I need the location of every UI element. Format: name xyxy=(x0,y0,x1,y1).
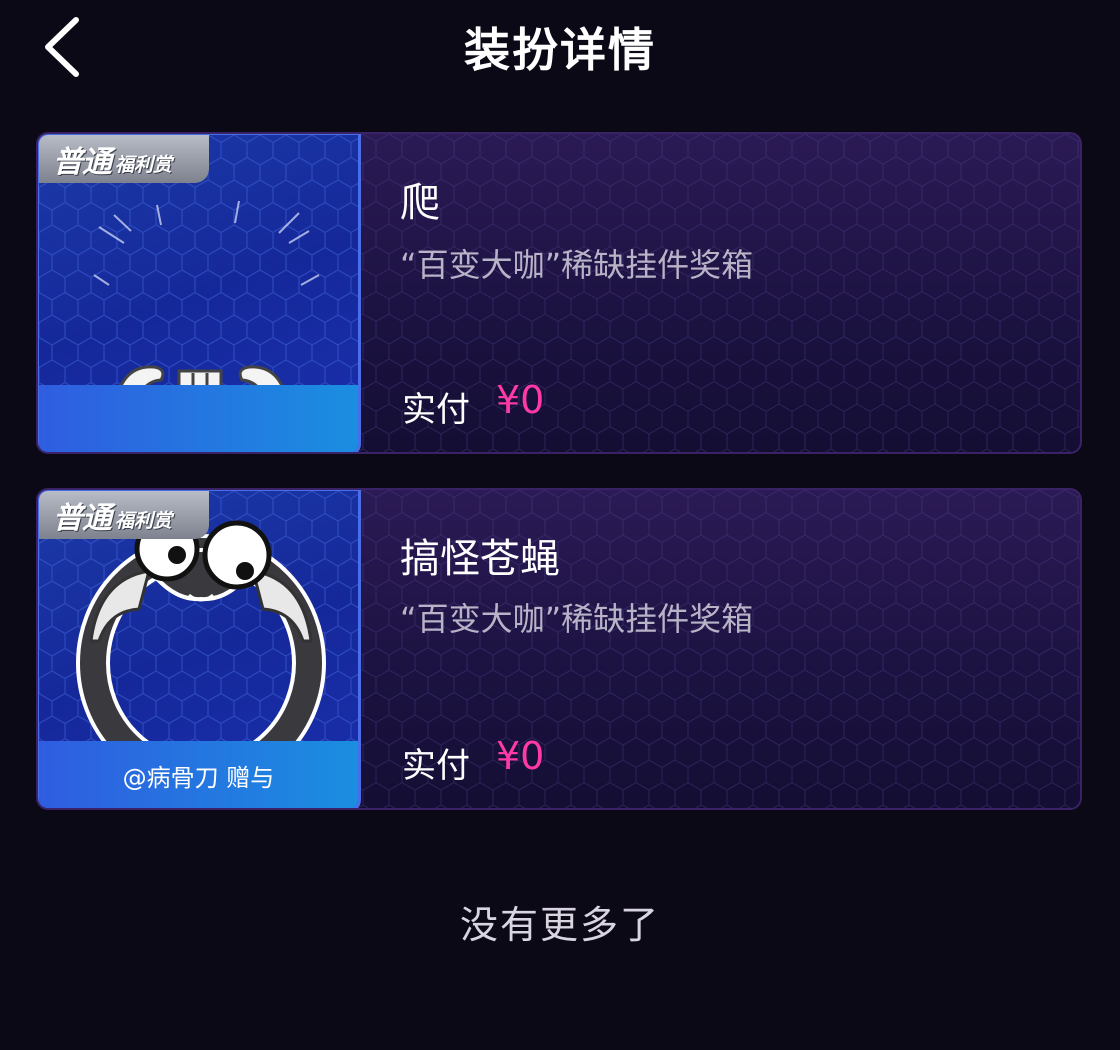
badge-sub-label: 福利赏 xyxy=(115,153,173,176)
thumb-footer-bar xyxy=(39,385,358,452)
item-thumbnail[interactable]: 普通 福利赏 xyxy=(38,134,361,452)
rarity-badge: 普通 福利赏 xyxy=(39,491,209,539)
badge-main-label: 普通 xyxy=(53,145,112,180)
item-description: “百变大咖”稀缺挂件奖箱 xyxy=(400,246,754,284)
end-of-list-text: 没有更多了 xyxy=(459,903,660,947)
item-thumbnail[interactable]: 普通 福利赏 @病骨刀 赠与 xyxy=(38,490,361,808)
badge-main-label: 普通 xyxy=(53,501,112,536)
item-name: 爬 xyxy=(400,180,440,226)
rarity-badge: 普通 福利赏 xyxy=(39,135,209,183)
item-name: 搞怪苍蝇 xyxy=(400,536,560,582)
top-bar: 装扮详情 xyxy=(0,0,1120,95)
pay-amount: ¥0 xyxy=(496,378,545,422)
gift-from-label: @病骨刀 赠与 xyxy=(39,741,358,808)
page-title: 装扮详情 xyxy=(464,23,656,77)
item-description: “百变大咖”稀缺挂件奖箱 xyxy=(400,600,754,638)
pay-amount: ¥0 xyxy=(496,734,545,778)
pay-label: 实付 xyxy=(402,390,470,430)
badge-sub-label: 福利赏 xyxy=(115,509,173,532)
pay-label: 实付 xyxy=(402,746,470,786)
outfit-card-2[interactable]: 普通 福利赏 @病骨刀 赠与 搞怪苍蝇 “百变大咖”稀缺挂件奖箱 实付 ¥0 xyxy=(36,488,1082,810)
outfit-card-1[interactable]: 普通 福利赏 爬 “百变大咖”稀缺挂件奖箱 实付 ¥0 xyxy=(36,132,1082,454)
